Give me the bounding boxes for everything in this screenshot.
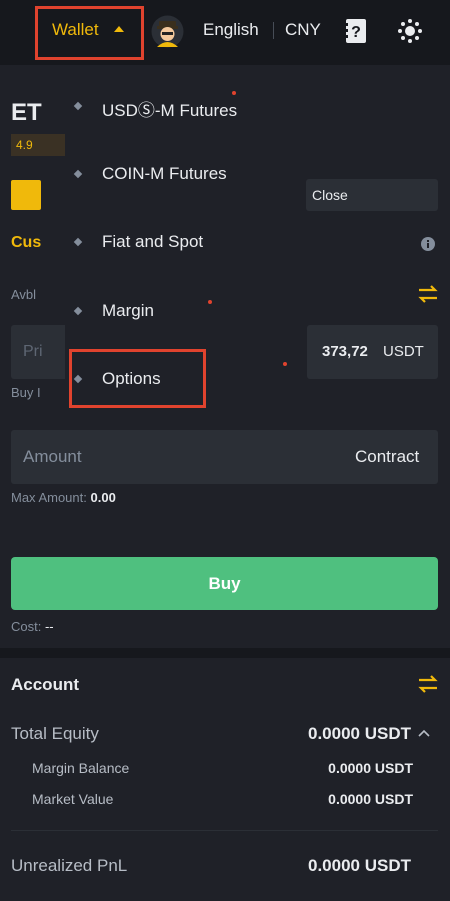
price-unit: USDT	[383, 343, 424, 360]
annotation-dot	[232, 91, 236, 95]
bullet-icon	[73, 169, 83, 179]
menu-item-label: Fiat and Spot	[102, 232, 204, 251]
total-equity-label: Total Equity	[11, 724, 99, 743]
amount-placeholder: Amount	[23, 447, 82, 466]
menu-item-label: COIN-M Futures	[102, 164, 227, 183]
buy-button[interactable]: Buy	[11, 557, 438, 610]
options-highlight-box	[69, 349, 206, 408]
symbol-title[interactable]: ET	[11, 99, 42, 127]
cost-value: --	[44, 619, 54, 634]
chevron-up-icon[interactable]	[418, 728, 430, 738]
margin-mode-icon[interactable]	[11, 180, 41, 210]
menu-item-coin-m-futures[interactable]: COIN-M Futures	[65, 154, 295, 194]
price-type-placeholder: Pri	[23, 343, 43, 360]
close-label: Close	[312, 187, 348, 203]
currency-selector[interactable]: CNY	[285, 20, 321, 40]
total-equity-value: 0.0000 USDT	[308, 724, 411, 743]
top-bar: Wallet English CNY ?	[0, 0, 450, 65]
help-icon[interactable]: ?	[345, 18, 367, 44]
menu-item-label: Margin	[102, 301, 154, 320]
order-type-tab[interactable]: Cus	[11, 234, 41, 252]
info-icon[interactable]	[420, 236, 436, 252]
annotation-dot	[208, 300, 212, 304]
unrealized-pnl-value: 0.0000 USDT	[308, 856, 411, 875]
menu-item-label: USDⓈ-M Futures	[102, 101, 238, 120]
menu-item-usds-m-futures[interactable]: USDⓈ-M Futures	[65, 86, 295, 126]
bullet-icon	[73, 306, 83, 316]
avatar-icon[interactable]	[151, 15, 184, 48]
max-amount-label: Max Amount:	[11, 490, 87, 505]
bullet-icon	[73, 237, 83, 247]
section-divider	[0, 648, 450, 658]
market-value-label: Market Value	[32, 791, 114, 807]
margin-balance-label: Margin Balance	[32, 760, 130, 776]
max-amount-value: 0.00	[90, 490, 116, 505]
margin-balance-value: 0.0000 USDT	[328, 760, 413, 776]
market-value-value: 0.0000 USDT	[328, 791, 413, 807]
annotation-dot	[283, 362, 287, 366]
available-label: Avbl	[11, 287, 37, 302]
account-title: Account	[11, 675, 79, 694]
wallet-highlight-box	[35, 6, 144, 60]
amount-unit-selector[interactable]: Contract	[355, 447, 419, 467]
divider	[11, 830, 438, 831]
theme-icon[interactable]	[397, 18, 423, 44]
buy-info-label: Buy I	[11, 385, 41, 400]
menu-item-fiat-and-spot[interactable]: Fiat and Spot	[65, 222, 295, 262]
cost: Cost: --	[11, 619, 54, 634]
transfer-icon[interactable]	[417, 285, 439, 303]
cost-label: Cost:	[11, 619, 42, 634]
svg-text:?: ?	[351, 24, 361, 41]
leverage-badge[interactable]: 4.9	[11, 134, 71, 156]
menu-item-margin[interactable]: Margin	[65, 291, 295, 331]
bullet-icon	[73, 101, 83, 111]
max-amount: Max Amount: 0.00	[11, 490, 116, 505]
divider	[273, 22, 274, 39]
transfer-icon[interactable]	[417, 675, 439, 693]
price-value: 373,72	[322, 343, 368, 360]
language-selector[interactable]: English	[203, 20, 259, 40]
unrealized-pnl-label: Unrealized PnL	[11, 856, 128, 875]
